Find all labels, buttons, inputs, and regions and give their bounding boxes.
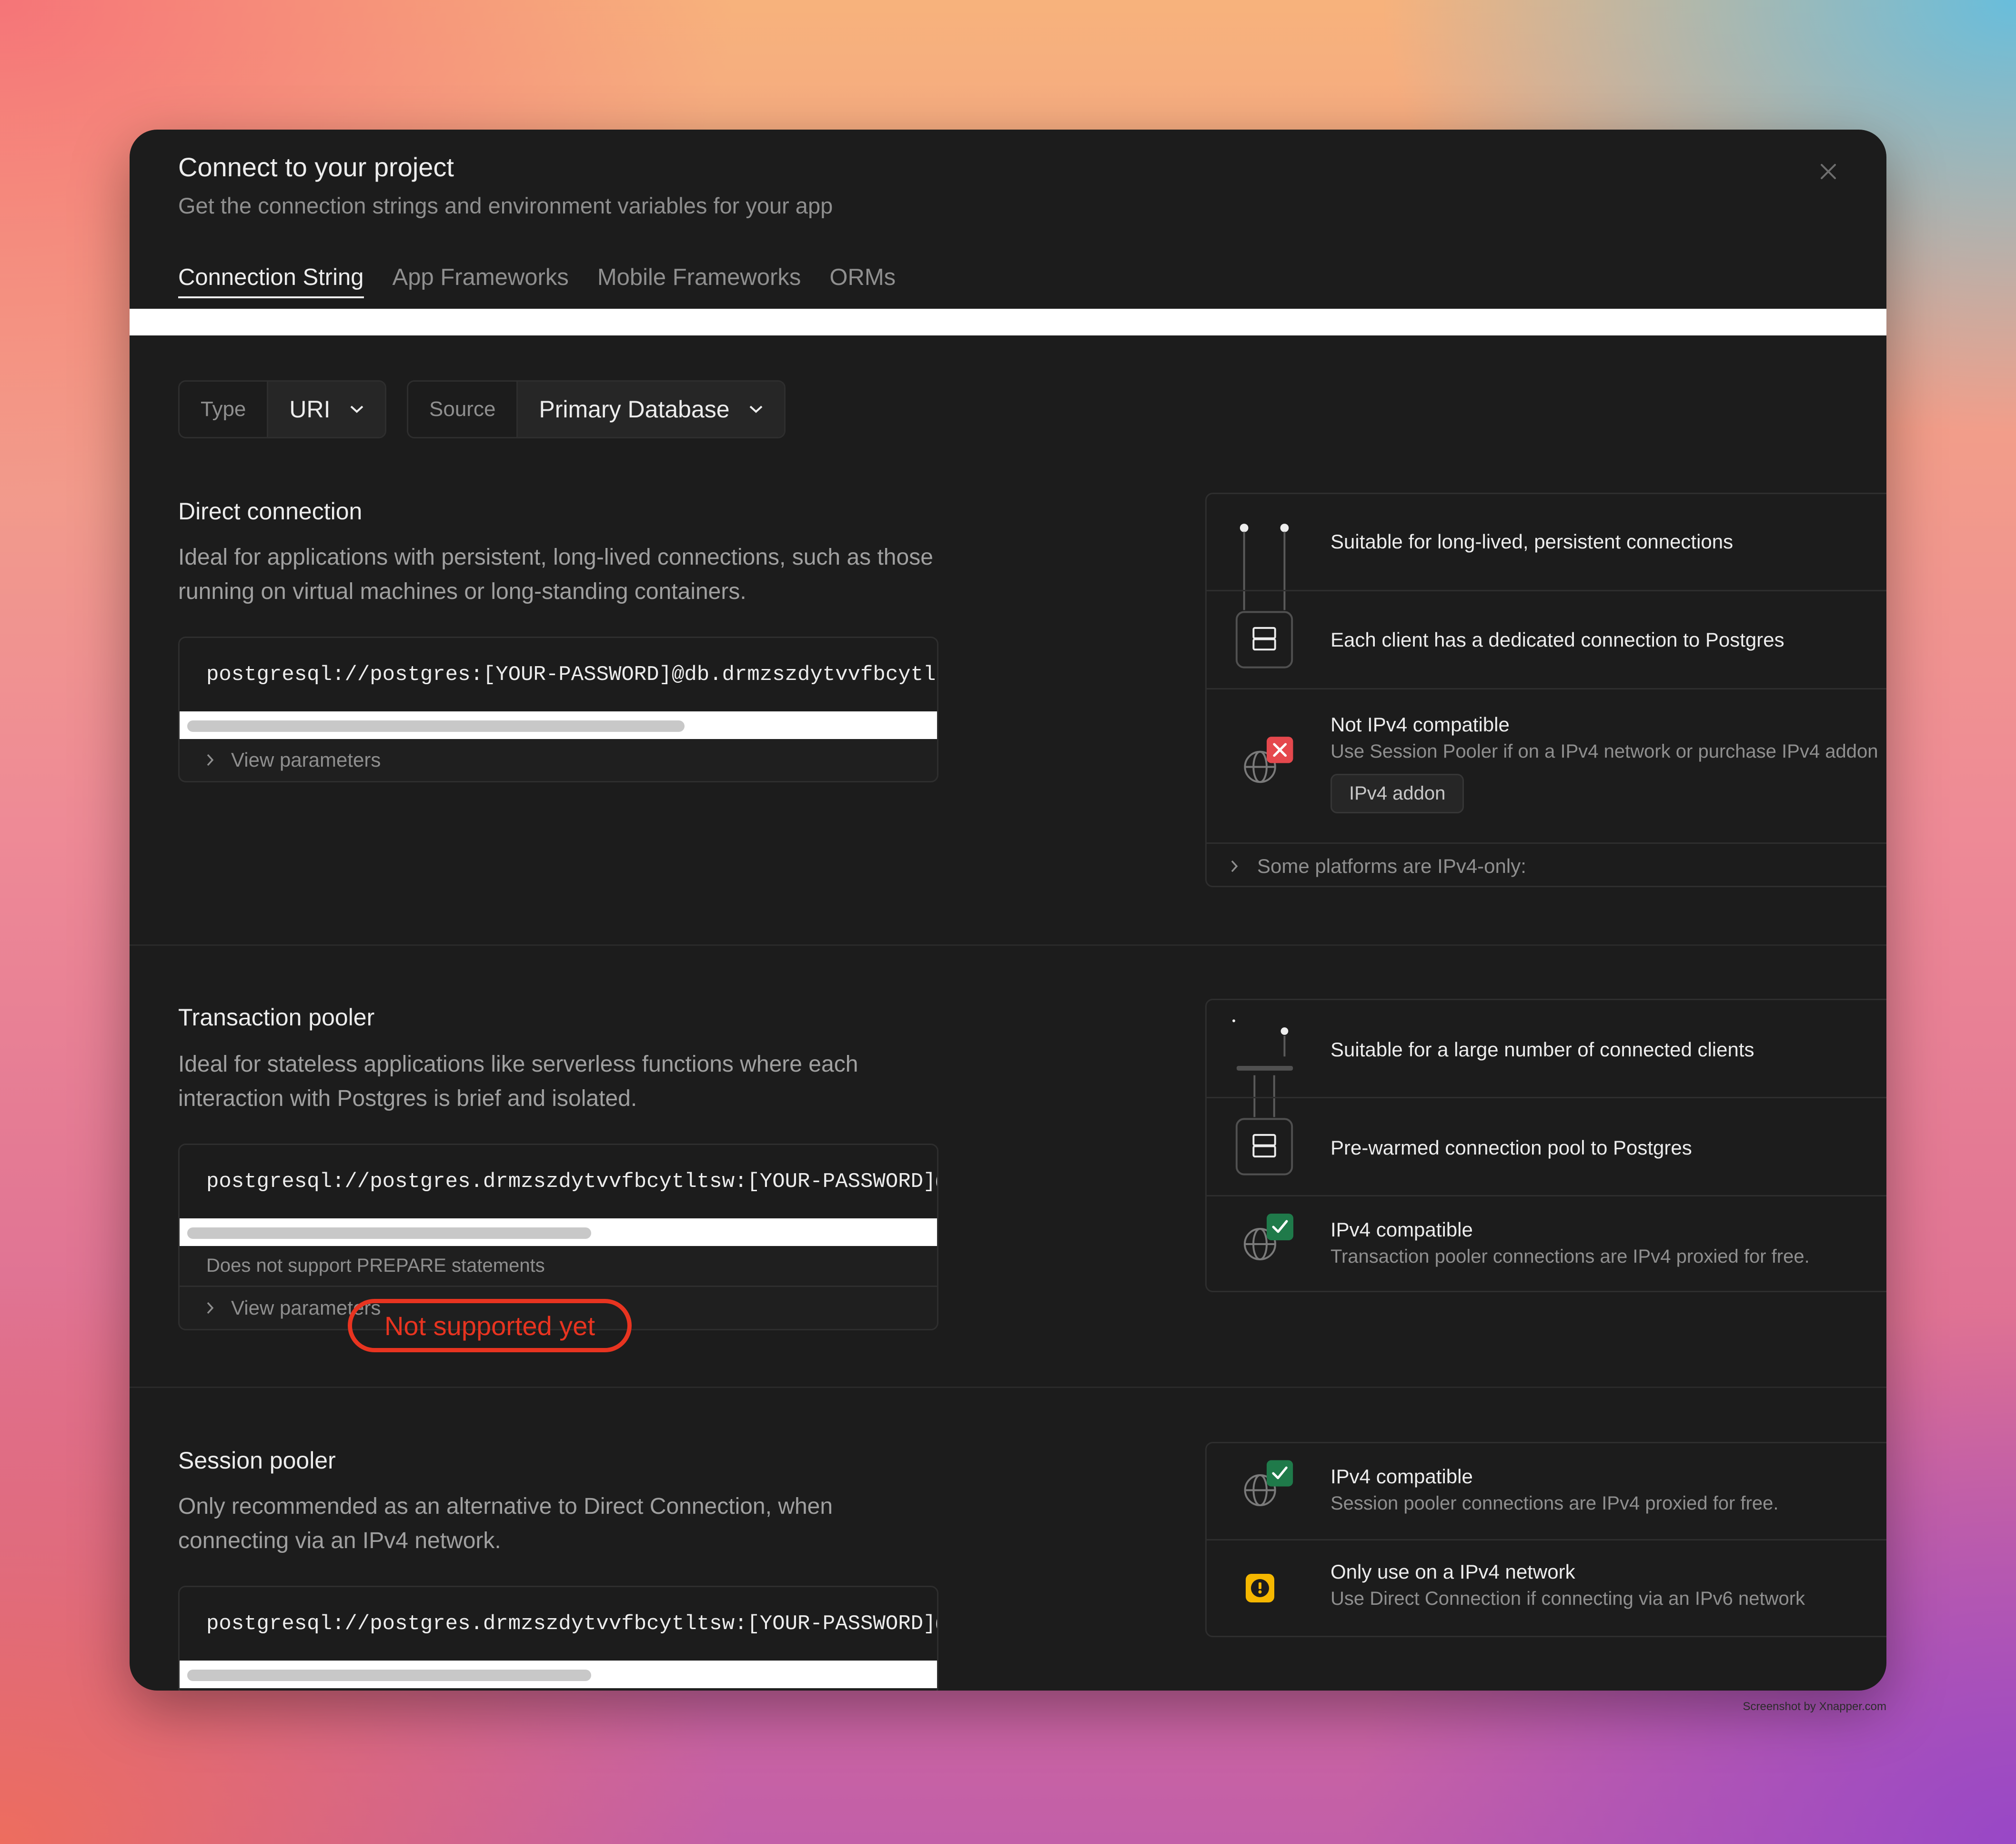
transaction-pooler-info: Suitable for a large number of connected… — [1205, 999, 1886, 1292]
transaction-pooler-title: Transaction pooler — [178, 1004, 375, 1031]
ipv4-only-platforms-label: Some platforms are IPv4-only: — [1257, 855, 1526, 877]
session-pooler-info: IPv4 compatible Session pooler connectio… — [1205, 1442, 1886, 1637]
not-supported-annotation: Not supported yet — [348, 1299, 632, 1352]
scrollbar-thumb[interactable] — [187, 1670, 591, 1681]
prepare-statements-note: Does not support PREPARE statements — [180, 1246, 937, 1287]
tab-orms[interactable]: ORMs — [829, 264, 896, 312]
scrollbar-thumb[interactable] — [187, 1227, 591, 1239]
type-dropdown[interactable]: URI — [268, 382, 385, 437]
info-row-many-clients: Suitable for a large number of connected… — [1207, 1000, 1886, 1098]
server-icon — [1235, 1098, 1293, 1175]
source-dropdown[interactable]: Primary Database — [518, 382, 784, 437]
info-many-clients-text: Suitable for a large number of connected… — [1331, 1038, 1754, 1061]
info-not-ipv4-sub: Use Session Pooler if on a IPv4 network … — [1331, 741, 1878, 762]
ipv4-only-platforms-toggle[interactable]: Some platforms are IPv4-only: — [1207, 844, 1886, 886]
connection-lines-icon — [1240, 524, 1289, 590]
type-label: Type — [180, 382, 269, 437]
scrollbar-thumb[interactable] — [187, 720, 685, 732]
chevron-down-icon — [749, 405, 762, 413]
source-value: Primary Database — [539, 396, 730, 423]
direct-connection-info: Suitable for long-lived, persistent conn… — [1205, 493, 1886, 887]
session-pooler-code: postgresql://postgres.drmzszdytvvfbcytlt… — [178, 1586, 938, 1691]
info-not-ipv4-title: Not IPv4 compatible — [1331, 713, 1510, 736]
type-value: URI — [289, 396, 331, 423]
screenshot-watermark: Screenshot by Xnapper.com — [1743, 1700, 1886, 1713]
info-row-ipv4-compatible: IPv4 compatible Session pooler connectio… — [1207, 1443, 1886, 1540]
info-row-long-lived: Suitable for long-lived, persistent conn… — [1207, 494, 1886, 591]
globe-check-icon — [1244, 1460, 1293, 1507]
server-icon — [1235, 591, 1293, 669]
info-dedicated-text: Each client has a dedicated connection t… — [1331, 628, 1784, 651]
dialog-subtitle: Get the connection strings and environme… — [178, 193, 833, 218]
connection-pool-icon — [1232, 1019, 1293, 1097]
type-selector: Type URI — [178, 380, 386, 438]
close-button[interactable] — [1811, 154, 1845, 189]
tab-bar: Connection String App Frameworks Mobile … — [178, 264, 924, 312]
chevron-down-icon — [350, 405, 363, 413]
horizontal-scrollbar[interactable] — [180, 1661, 937, 1688]
warning-icon — [1246, 1574, 1274, 1602]
session-pooler-description: Only recommended as an alternative to Di… — [178, 1494, 833, 1553]
dialog-title: Connect to your project — [178, 152, 454, 182]
info-row-ipv4-only: Only use on a IPv4 network Use Direct Co… — [1207, 1540, 1886, 1636]
direct-connection-description: Ideal for applications with persistent, … — [178, 545, 933, 604]
transaction-pooler-description: Ideal for stateless applications like se… — [178, 1052, 858, 1111]
info-ipv4-compatible-sub: Session pooler connections are IPv4 prox… — [1331, 1493, 1779, 1514]
source-label: Source — [408, 382, 518, 437]
direct-connection-title: Direct connection — [178, 498, 363, 525]
info-ipv4-only-sub: Use Direct Connection if connecting via … — [1331, 1588, 1805, 1609]
view-parameters-toggle[interactable]: View parameters — [180, 739, 937, 781]
source-selector: Source Primary Database — [407, 380, 786, 438]
horizontal-scrollbar[interactable] — [180, 1218, 937, 1246]
chevron-right-icon — [1231, 860, 1238, 872]
info-ipv4-compatible-title: IPv4 compatible — [1331, 1465, 1473, 1488]
tab-app-frameworks[interactable]: App Frameworks — [393, 264, 569, 312]
connection-string[interactable]: postgresql://postgres.drmzszdytvvfbcytlt… — [180, 1587, 937, 1661]
chevron-right-icon — [207, 1302, 214, 1314]
info-row-dedicated: Each client has a dedicated connection t… — [1207, 591, 1886, 689]
chevron-right-icon — [207, 754, 214, 766]
tab-divider — [130, 309, 1886, 335]
connect-dialog: Connect to your project Get the connecti… — [130, 130, 1886, 1691]
close-icon — [1821, 164, 1836, 179]
section-divider — [130, 944, 1886, 946]
connection-string[interactable]: postgresql://postgres.drmzszdytvvfbcytlt… — [180, 1145, 937, 1218]
info-row-ipv4-compatible: IPv4 compatible Transaction pooler conne… — [1207, 1196, 1886, 1291]
globe-check-icon — [1244, 1214, 1293, 1260]
direct-connection-code: postgresql://postgres:[YOUR-PASSWORD]@db… — [178, 637, 938, 782]
section-divider — [130, 1387, 1886, 1388]
info-ipv4-only-title: Only use on a IPv4 network — [1331, 1560, 1575, 1583]
globe-error-icon — [1244, 737, 1293, 783]
tab-connection-string[interactable]: Connection String — [178, 264, 364, 312]
view-parameters-label: View parameters — [231, 749, 381, 771]
horizontal-scrollbar[interactable] — [180, 711, 937, 739]
ipv4-addon-button[interactable]: IPv4 addon — [1331, 774, 1464, 813]
info-row-ipv4: Not IPv4 compatible Use Session Pooler i… — [1207, 689, 1886, 844]
tab-mobile-frameworks[interactable]: Mobile Frameworks — [597, 264, 801, 312]
session-pooler-title: Session pooler — [178, 1447, 336, 1474]
info-long-lived-text: Suitable for long-lived, persistent conn… — [1331, 530, 1734, 553]
info-prewarmed-text: Pre-warmed connection pool to Postgres — [1331, 1136, 1692, 1159]
info-ipv4-compatible-title: IPv4 compatible — [1331, 1218, 1473, 1241]
info-ipv4-compatible-sub: Transaction pooler connections are IPv4 … — [1331, 1246, 1810, 1267]
info-row-prewarmed: Pre-warmed connection pool to Postgres — [1207, 1098, 1886, 1196]
connection-string[interactable]: postgresql://postgres:[YOUR-PASSWORD]@db… — [180, 638, 937, 711]
